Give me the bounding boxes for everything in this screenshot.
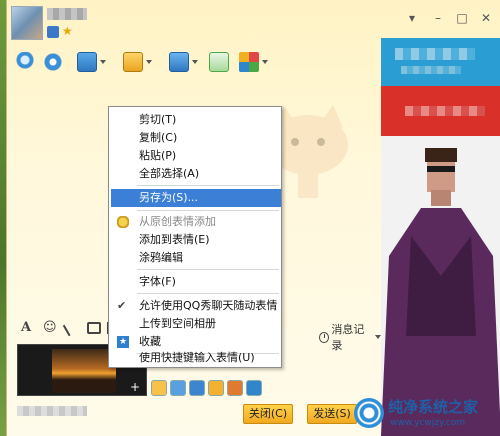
group-chat-icon: [209, 52, 229, 72]
watermark-url: www.ycwjzy.com: [390, 418, 466, 428]
menu-item-paste[interactable]: 粘贴(P): [111, 147, 281, 165]
plus-icon[interactable]: +: [130, 381, 142, 393]
microphone-button[interactable]: [15, 50, 35, 74]
emoji-item[interactable]: [151, 380, 167, 396]
close-window-button[interactable]: ✕: [477, 10, 495, 26]
minimize-button[interactable]: –: [429, 10, 447, 26]
apps-button[interactable]: [239, 50, 268, 74]
chevron-down-icon: [375, 335, 381, 339]
redacted-text: [17, 406, 87, 416]
redacted-text: [395, 48, 475, 60]
menu-item-cut[interactable]: 剪切(T): [111, 111, 281, 129]
bottom-bar: 关闭(C) 发送(S): [7, 398, 381, 436]
emoji-item[interactable]: [246, 380, 262, 396]
emoji-item[interactable]: [227, 380, 243, 396]
menu-item-add-to-emoji[interactable]: 添加到表情(E): [111, 231, 281, 249]
send-file-icon: [123, 52, 143, 72]
close-button[interactable]: 关闭(C): [243, 404, 293, 424]
site-watermark: 纯净系统之家 www.ycwjzy.com: [354, 394, 500, 436]
star-icon: ★: [62, 24, 73, 38]
redacted-text: [405, 106, 485, 116]
menu-item-font[interactable]: 字体(F): [111, 273, 281, 291]
webcam-icon: [43, 52, 63, 72]
chevron-down-icon[interactable]: [192, 60, 198, 64]
remote-assist-button[interactable]: [169, 50, 198, 74]
menu-item-shortcut-emoji[interactable]: 使用快捷键输入表情(U): [111, 349, 281, 367]
menu-item-save-as[interactable]: 另存为(S)...: [111, 189, 281, 207]
menu-item-allow-qq-show[interactable]: ✔ 允许使用QQ秀聊天随动表情: [111, 297, 281, 315]
menu-separator: [137, 210, 279, 211]
emoji-item[interactable]: [208, 380, 224, 396]
emoji-add-icon: [117, 216, 129, 228]
menu-item-label: 收藏: [139, 335, 161, 348]
webcam-button[interactable]: [43, 50, 63, 74]
microphone-icon: [15, 52, 35, 72]
menu-item-label: 从原创表情添加: [139, 215, 216, 228]
chat-toolbar: [13, 48, 273, 78]
ad-banner-top[interactable]: [381, 38, 500, 86]
shake-icon[interactable]: [62, 319, 80, 337]
send-file-button[interactable]: [123, 50, 152, 74]
menu-separator: [137, 269, 279, 270]
chevron-down-icon[interactable]: [262, 60, 268, 64]
group-chat-button[interactable]: [209, 50, 229, 74]
chevron-down-icon[interactable]: [100, 60, 106, 64]
watermark-logo-icon: [354, 398, 384, 428]
share-screen-icon: [77, 52, 97, 72]
watermark-title: 纯净系统之家: [388, 398, 479, 416]
share-screen-button[interactable]: [77, 50, 106, 74]
menu-separator: [137, 185, 279, 186]
font-icon[interactable]: A: [21, 320, 31, 335]
maximize-button[interactable]: □: [453, 10, 471, 26]
context-menu: 剪切(T) 复制(C) 粘贴(P) 全部选择(A) 另存为(S)... 从原创表…: [108, 106, 282, 368]
remote-assist-icon: [169, 52, 189, 72]
emoji-icon[interactable]: ☺: [43, 320, 57, 335]
menu-item-copy[interactable]: 复制(C): [111, 129, 281, 147]
menu-item-label: 允许使用QQ秀聊天随动表情: [139, 299, 278, 312]
dropdown-button[interactable]: ▾: [403, 10, 421, 26]
menu-item-doodle-edit[interactable]: 涂鸦编辑: [111, 249, 281, 267]
checkmark-icon: ✔: [117, 299, 127, 312]
chevron-down-icon[interactable]: [146, 60, 152, 64]
vip-badge-icon: [47, 26, 59, 38]
clock-icon: [319, 331, 330, 343]
sunset-image: [52, 349, 116, 393]
ad-banner-red[interactable]: [381, 86, 500, 136]
send-button[interactable]: 发送(S): [307, 404, 357, 424]
apps-icon: [239, 52, 259, 72]
contact-avatar[interactable]: [11, 6, 43, 40]
screenshot-icon[interactable]: [87, 322, 101, 334]
emoji-item[interactable]: [189, 380, 205, 396]
menu-item-select-all[interactable]: 全部选择(A): [111, 165, 281, 183]
favorite-star-icon: ★: [117, 336, 129, 348]
side-ad-panel: [381, 38, 500, 436]
redacted-text: [401, 66, 461, 74]
menu-item-upload-album[interactable]: 上传到空间相册: [111, 315, 281, 333]
contact-name-redacted: [47, 8, 87, 20]
quick-emoji-row: [151, 380, 262, 396]
menu-item-add-from-original[interactable]: 从原创表情添加: [111, 213, 281, 231]
qq-show-avatar-image: [381, 136, 500, 436]
menu-separator: [137, 293, 279, 294]
emoji-item[interactable]: [170, 380, 186, 396]
